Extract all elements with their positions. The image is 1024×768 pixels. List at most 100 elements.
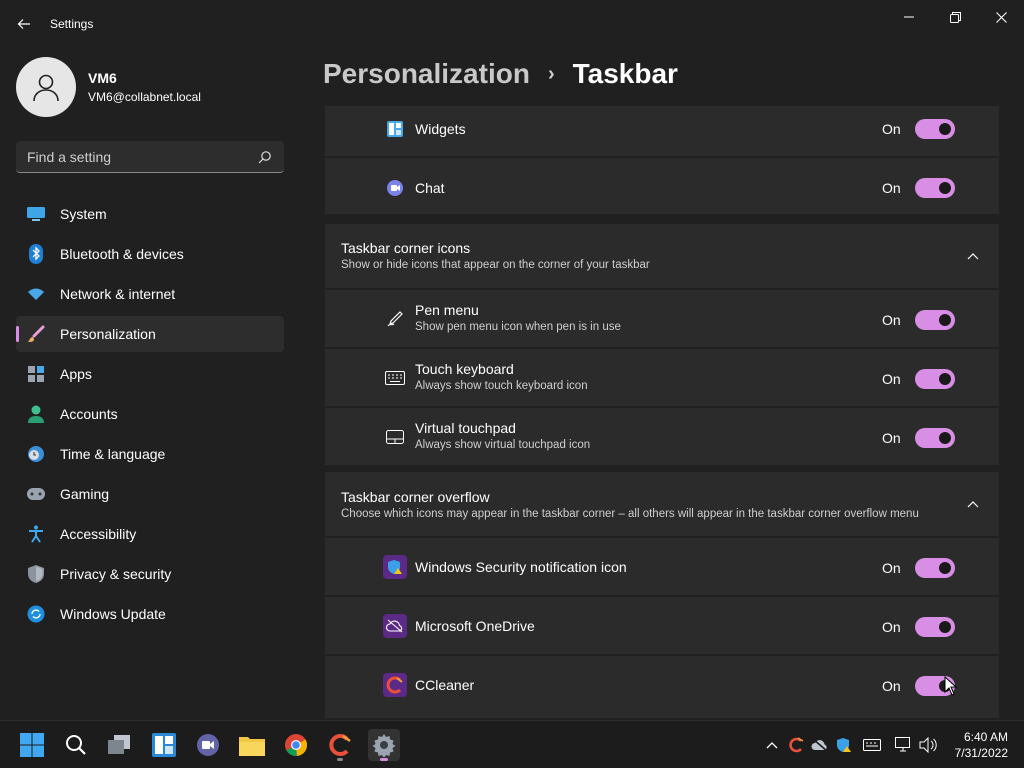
touch-keyboard-toggle[interactable] [915,369,955,389]
chevron-up-icon[interactable] [965,248,981,264]
tray-windows-security[interactable] [834,735,854,755]
search-box [16,141,284,173]
start-button[interactable] [16,729,48,761]
show-hidden-icons-button[interactable] [762,735,782,755]
sidebar-item-time-language[interactable]: Time & language [16,436,284,472]
sidebar-item-system[interactable]: System [16,196,284,232]
user-profile[interactable]: VM6 VM6@collabnet.local [16,57,201,117]
clock-globe-icon [26,444,46,464]
toggle-knob [939,373,951,385]
onedrive-icon [383,614,407,638]
network-monitor-icon [895,737,910,752]
onedrive-toggle[interactable] [915,617,955,637]
setting-description: Always show virtual touchpad icon [415,439,591,451]
pen-icon [385,309,405,329]
widgets-icon [152,733,176,757]
setting-row-virtual-touchpad: Virtual touchpad Always show virtual tou… [325,408,999,465]
setting-row-windows-security: Windows Security notification icon On [325,538,999,595]
setting-label: Virtual touchpad [415,420,516,436]
touchpad-icon [385,427,405,447]
setting-label: Chat [415,180,445,196]
app-title: Settings [50,17,94,31]
ccleaner-icon [383,673,407,697]
sidebar-item-accessibility[interactable]: Accessibility [16,516,284,552]
user-name: VM6 [88,70,117,86]
taskbar-search-button[interactable] [60,729,92,761]
gamepad-icon [26,484,46,504]
back-button[interactable] [12,12,36,36]
accounts-icon [26,404,46,424]
breadcrumb-parent[interactable]: Personalization [323,58,530,90]
sidebar-item-bluetooth[interactable]: Bluetooth & devices [16,236,284,272]
sidebar-item-accounts[interactable]: Accounts [16,396,284,432]
maximize-button[interactable] [932,4,978,30]
windows-security-icon [383,555,407,579]
tray-ccleaner[interactable] [786,735,806,755]
close-button[interactable] [978,4,1024,30]
setting-label: Touch keyboard [415,361,514,377]
sidebar-item-windows-update[interactable]: Windows Update [16,596,284,632]
chat-toggle[interactable] [915,178,955,198]
tray-onedrive[interactable] [810,735,830,755]
toggle-state-label: On [882,560,901,576]
close-icon [995,11,1007,23]
volume-icon [919,737,937,753]
sidebar-item-label: Accessibility [60,526,137,542]
setting-row-widgets: Widgets On [325,106,999,156]
toggle-state-label: On [882,430,901,446]
ccleaner-button[interactable] [324,729,356,761]
chrome-button[interactable] [280,729,312,761]
taskbar-clock[interactable]: 6:40 AM 7/31/2022 [955,729,1008,761]
windows-security-toggle[interactable] [915,558,955,578]
setting-row-ccleaner: CCleaner On [325,656,999,718]
chat-icon [197,734,219,756]
sidebar-item-apps[interactable]: Apps [16,356,284,392]
section-corner-overflow-header[interactable]: Taskbar corner overflow Choose which ico… [325,472,999,536]
title-bar: Settings [0,0,1024,48]
search-input[interactable] [27,148,247,165]
widgets-icon [385,119,405,139]
tray-touch-keyboard[interactable] [862,735,882,755]
toggle-knob [939,562,951,574]
widgets-button[interactable] [148,729,180,761]
search-icon[interactable] [258,150,272,164]
sidebar-item-label: Network & internet [60,286,176,302]
clock-date: 7/31/2022 [954,746,1008,760]
sidebar-item-privacy[interactable]: Privacy & security [16,556,284,592]
section-corner-icons-header[interactable]: Taskbar corner icons Show or hide icons … [325,224,999,288]
restore-icon [949,11,961,23]
breadcrumb-separator: › [547,62,555,85]
sidebar-item-label: Privacy & security [60,566,172,582]
chevron-up-icon[interactable] [965,496,981,512]
toggle-knob [939,621,951,633]
chat-icon [385,178,405,198]
setting-description: Show pen menu icon when pen is in use [415,321,621,333]
sidebar-item-label: Time & language [60,446,166,462]
file-explorer-button[interactable] [236,729,268,761]
pen-menu-toggle[interactable] [915,310,955,330]
ccleaner-icon [329,734,351,756]
tray-volume[interactable] [918,735,938,755]
setting-description: Always show touch keyboard icon [415,380,588,392]
virtual-touchpad-toggle[interactable] [915,428,955,448]
tray-network[interactable] [894,735,914,755]
widgets-toggle[interactable] [915,119,955,139]
task-view-button[interactable] [104,729,136,761]
setting-row-pen-menu: Pen menu Show pen menu icon when pen is … [325,290,999,347]
mouse-cursor-icon [944,676,958,696]
toggle-knob [939,182,951,194]
sidebar-item-network[interactable]: Network & internet [16,276,284,312]
sidebar-item-personalization[interactable]: Personalization [16,316,284,352]
sidebar-item-label: Gaming [60,486,110,502]
minimize-icon [904,16,914,18]
settings-taskbar-button[interactable] [368,729,400,761]
toggle-knob [939,314,951,326]
toggle-knob [939,432,951,444]
system-icon [26,204,46,224]
keyboard-icon [863,739,881,751]
sidebar-item-gaming[interactable]: Gaming [16,476,284,512]
chat-button[interactable] [192,729,224,761]
brush-icon [26,324,46,344]
minimize-button[interactable] [886,4,932,30]
sidebar-item-label: Accounts [60,406,118,422]
